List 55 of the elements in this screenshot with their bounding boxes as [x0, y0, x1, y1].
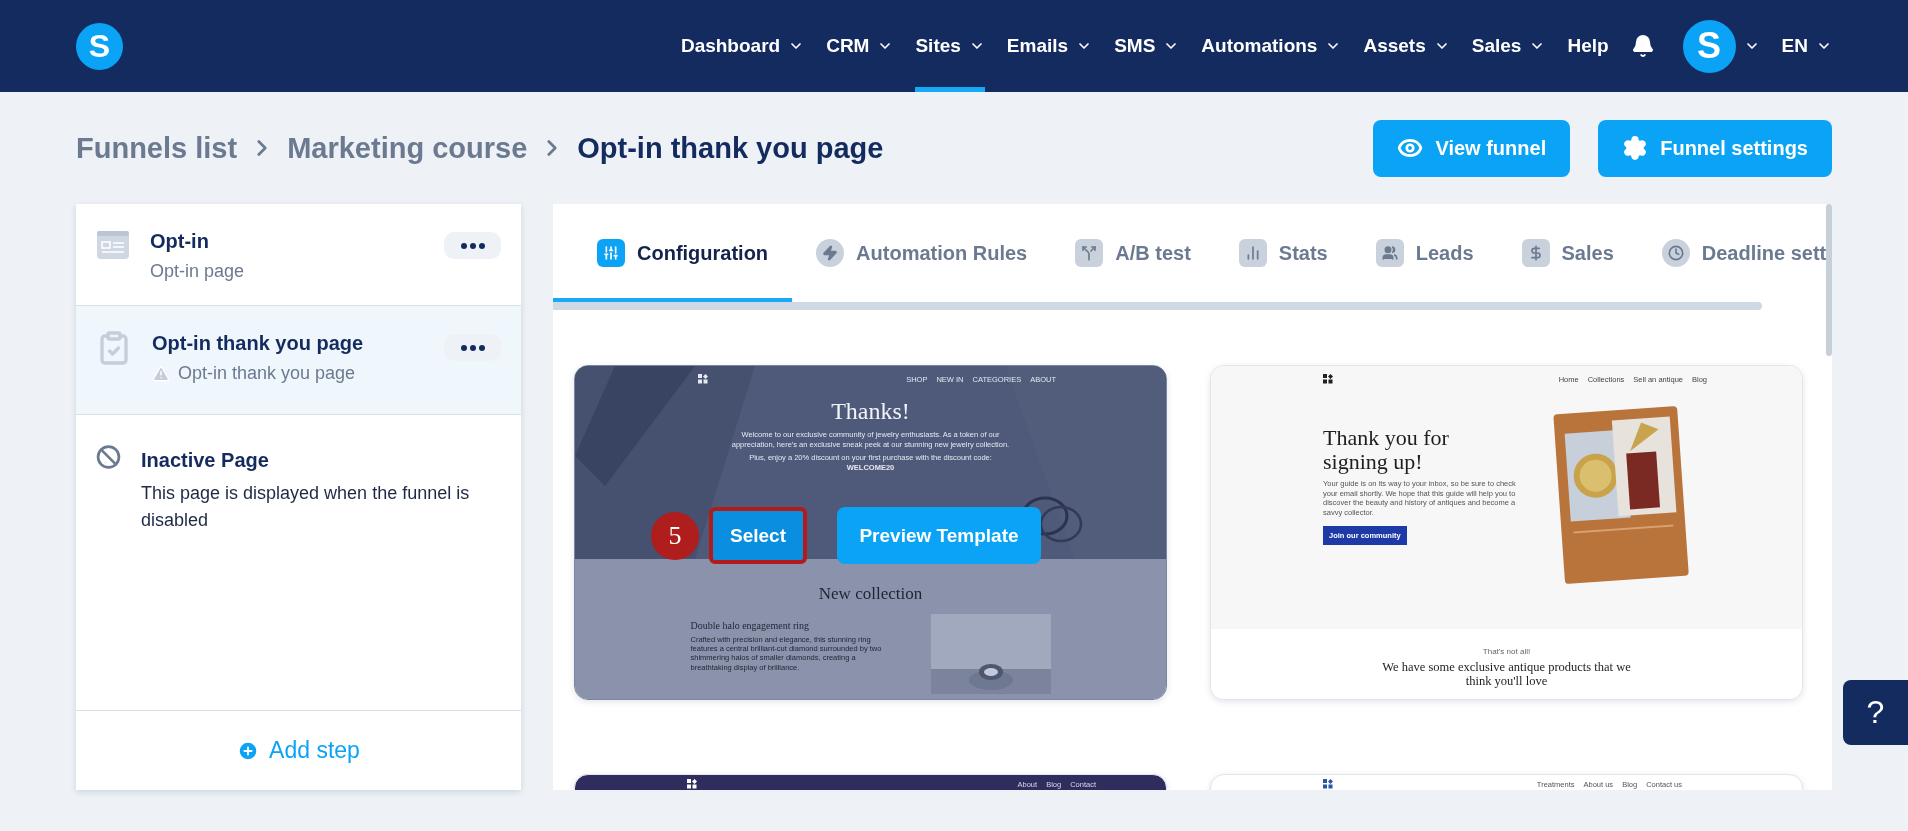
- step-title: Inactive Page: [141, 449, 270, 472]
- hero-title: Thank you for signing up!: [1323, 426, 1450, 475]
- clock-icon: [1661, 239, 1690, 267]
- more-button[interactable]: [444, 334, 501, 361]
- step-description: This page is displayed when the funnel is disabled: [141, 482, 471, 532]
- users-icon: [1375, 239, 1404, 267]
- breadcrumb-item[interactable]: Funnels list: [76, 131, 238, 165]
- more-button[interactable]: [444, 232, 501, 259]
- plus-icon: [237, 739, 260, 762]
- tab[interactable]: A/B test: [1051, 204, 1215, 302]
- tab[interactable]: Sales: [1497, 204, 1638, 302]
- logo-icon: [1323, 374, 1333, 384]
- nav-item[interactable]: Help: [1567, 0, 1609, 92]
- more-icon: [460, 344, 485, 351]
- tab[interactable]: Leads: [1351, 204, 1498, 302]
- logo-icon: [1323, 779, 1333, 789]
- sliders-icon: [597, 239, 625, 267]
- step-item[interactable]: Opt-in Opt-in page: [76, 204, 521, 306]
- nav-item[interactable]: Emails: [1006, 0, 1093, 92]
- nav-item[interactable]: Sales: [1471, 0, 1546, 92]
- lightning-icon: [816, 239, 845, 267]
- kicker-text: That's not all!: [1482, 647, 1531, 657]
- logo-icon: [687, 779, 697, 789]
- help-button[interactable]: ?: [1843, 680, 1908, 745]
- logo-icon: [698, 374, 708, 384]
- step-title: Opt-in: [150, 230, 210, 253]
- template-card[interactable]: [574, 365, 1167, 700]
- settings-icon: [1622, 135, 1649, 161]
- product-title: Double halo engagement ring: [690, 619, 811, 631]
- tab[interactable]: Stats: [1214, 204, 1352, 302]
- logo: S: [76, 22, 123, 70]
- nav-item[interactable]: CRM: [826, 0, 894, 92]
- step-item[interactable]: Opt-in thank you page Opt-in thank you page: [76, 306, 521, 415]
- bell-icon[interactable]: [1630, 34, 1655, 58]
- step-subtitle: Opt-in thank you page: [152, 363, 424, 384]
- nav-item[interactable]: Assets: [1363, 0, 1450, 92]
- bar-chart-icon: [1238, 239, 1267, 267]
- nav-item[interactable]: SMS: [1114, 0, 1180, 92]
- step-title: Opt-in thank you page: [152, 332, 365, 355]
- section-title: We have some exclusive antique products that we think you'll love: [1381, 661, 1632, 689]
- breadcrumb-item[interactable]: Marketing course: [287, 131, 528, 165]
- split-arrows-icon: [1075, 239, 1104, 267]
- hero-title: Thanks!: [831, 398, 910, 425]
- form-icon: [96, 228, 130, 262]
- nav-item[interactable]: Sites: [915, 0, 985, 92]
- nav-item[interactable]: Dashboard: [680, 0, 805, 92]
- language-selector[interactable]: EN: [1781, 0, 1832, 92]
- tab[interactable]: Deadline sett: [1637, 204, 1832, 302]
- dollar-icon: [1521, 239, 1550, 267]
- nav-item[interactable]: Automations: [1201, 0, 1342, 92]
- breadcrumb-item[interactable]: Opt-in thank you page: [577, 131, 884, 165]
- section-title: New collection: [818, 585, 923, 604]
- more-icon: [460, 242, 485, 249]
- step-subtitle: Opt-in page: [150, 261, 246, 282]
- tab[interactable]: Automation Rules: [792, 204, 1052, 302]
